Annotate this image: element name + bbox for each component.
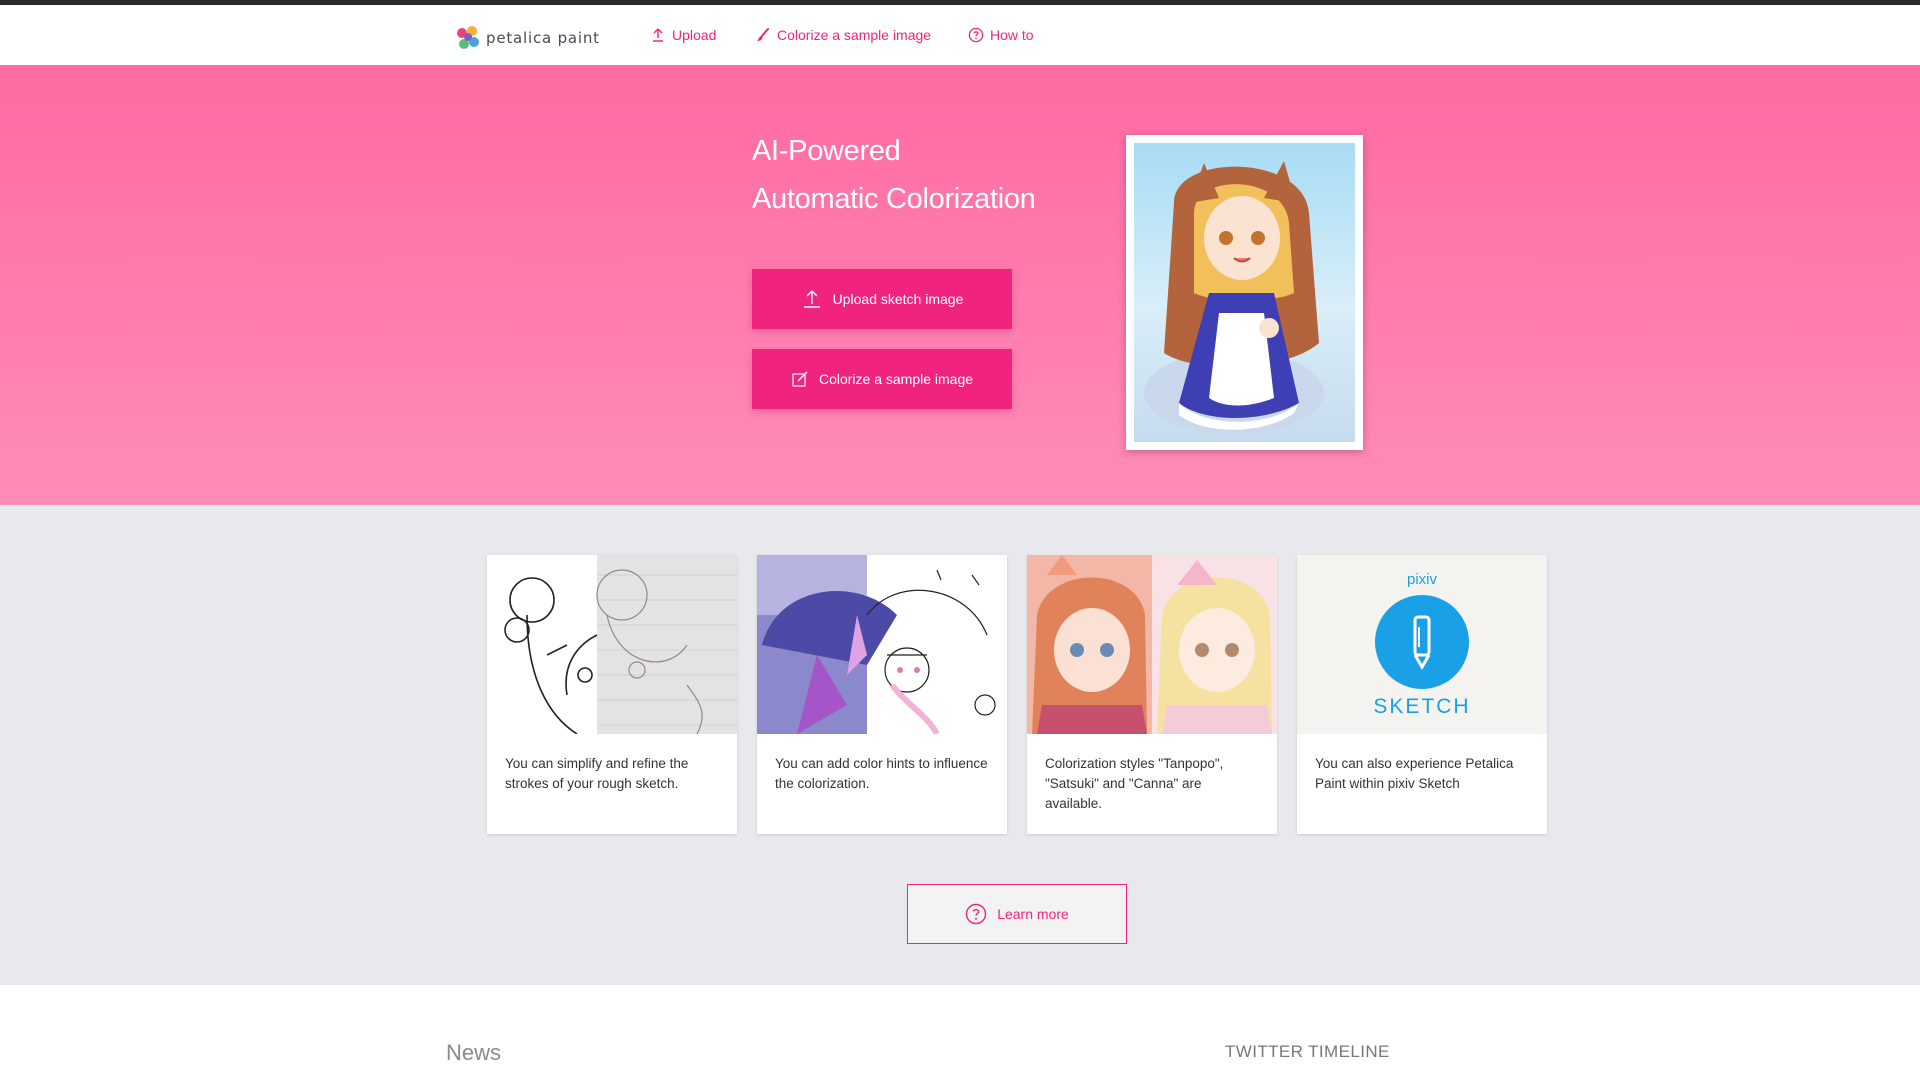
feature-card-pixiv-sketch[interactable]: pixiv SKETCH You can also experience Pet… [1297, 555, 1547, 834]
sketch-logo-text: SKETCH [1373, 695, 1471, 718]
pixiv-sketch-logo: pixiv SKETCH [1297, 555, 1547, 734]
nav-upload[interactable]: Upload [650, 27, 716, 43]
learn-more-label: Learn more [997, 906, 1069, 922]
edit-icon [792, 371, 808, 387]
nav-howto-label: How to [990, 27, 1034, 43]
feature-text-styles: Colorization styles "Tanpopo", "Satsuki"… [1045, 756, 1224, 811]
pencil-circle-icon [1375, 595, 1469, 689]
site-logo[interactable]: petalica paint [456, 26, 600, 50]
features-section: You can simplify and refine the strokes … [0, 505, 1920, 985]
upload-icon [653, 28, 663, 42]
logo-text: petalica paint [486, 29, 600, 47]
nav-colorize-label: Colorize a sample image [777, 27, 932, 43]
feature-card-color-hints: You can add color hints to influence the… [757, 555, 1007, 834]
colorization-styles-image [1027, 555, 1277, 734]
feature-card-simplify: You can simplify and refine the strokes … [487, 555, 737, 834]
pixiv-logo-text: pixiv [1406, 571, 1437, 588]
brush-icon [757, 28, 769, 41]
feature-card-styles: Colorization styles "Tanpopo", "Satsuki"… [1027, 555, 1277, 834]
twitter-timeline-heading: TWITTER TIMELINE [1225, 1042, 1390, 1061]
colorized-character-image [1134, 143, 1355, 442]
colorize-sample-label: Colorize a sample image [818, 371, 974, 387]
hero-title-line2: Automatic Colorization [752, 183, 1036, 215]
learn-more-button[interactable]: Learn more [907, 884, 1127, 944]
nav-upload-label: Upload [672, 27, 717, 43]
hero-title: AI-Powered Automatic Colorization [752, 127, 1036, 223]
color-hints-image [757, 555, 1007, 734]
question-circle-icon [966, 903, 987, 925]
upload-icon [803, 290, 820, 308]
nav-colorize-sample[interactable]: Colorize a sample image [755, 27, 931, 43]
upload-sketch-button[interactable]: Upload sketch image [752, 269, 1012, 329]
petal-logo-icon [456, 26, 480, 50]
hero-section: AI-Powered Automatic Colorization Upload… [0, 65, 1920, 505]
hero-sample-artwork [1126, 135, 1363, 450]
feature-text-pixiv-sketch: You can also experience Petalica Paint w… [1315, 756, 1514, 791]
sketch-simplify-image [487, 555, 737, 734]
question-circle-icon [968, 27, 984, 43]
news-heading: News [446, 1040, 502, 1065]
feature-text-color-hints: You can add color hints to influence the… [775, 756, 988, 791]
bottom-section: News TWITTER TIMELINE [0, 985, 1920, 1080]
site-header: petalica paint Upload Colorize a sample … [0, 5, 1920, 65]
colorize-sample-button[interactable]: Colorize a sample image [752, 349, 1012, 409]
feature-text-simplify: You can simplify and refine the strokes … [505, 756, 689, 791]
upload-sketch-label: Upload sketch image [832, 291, 964, 307]
nav-how-to[interactable]: How to [968, 27, 1034, 43]
hero-title-line1: AI-Powered [752, 135, 901, 167]
